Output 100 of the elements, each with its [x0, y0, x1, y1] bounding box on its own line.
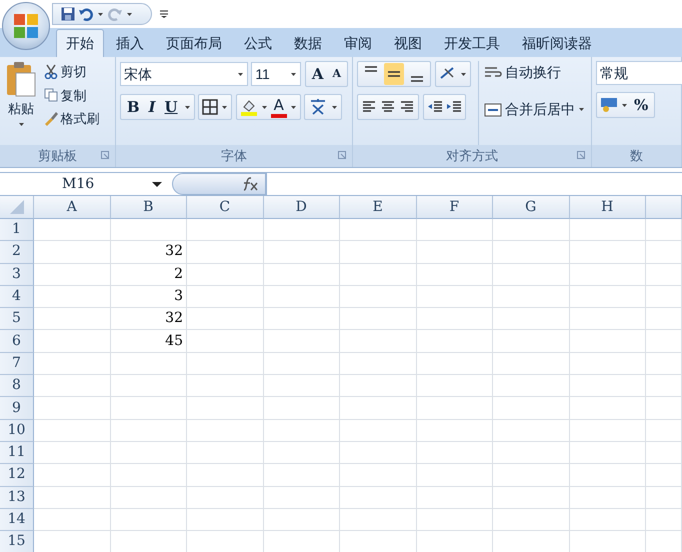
bold-button[interactable]: B [124, 96, 142, 118]
ribbon-tab[interactable]: 公式 [234, 29, 282, 57]
brush-icon [44, 111, 58, 126]
row-header[interactable]: 5 [0, 308, 34, 330]
row-header[interactable]: 8 [0, 375, 34, 398]
table-cell: 3 [110, 286, 187, 308]
ribbon-tab[interactable]: 插入 [106, 29, 154, 57]
paste-button[interactable]: 粘贴 [4, 61, 38, 145]
row-header[interactable]: 15 [0, 531, 34, 552]
table-cell [646, 464, 682, 487]
merge-center-button[interactable]: 合并后居中 [482, 98, 587, 121]
ribbon-tab[interactable]: 开始 [56, 29, 104, 57]
table-cell: 45 [110, 330, 187, 353]
save-icon[interactable] [61, 7, 75, 21]
ribbon-tab[interactable]: 开发工具 [434, 29, 510, 57]
ribbon-tab[interactable]: 视图 [384, 29, 432, 57]
borders-icon[interactable] [202, 99, 218, 115]
insert-function-button[interactable] [172, 173, 266, 195]
undo-icon[interactable] [79, 7, 93, 21]
font-name-field[interactable]: 宋体 [120, 62, 248, 86]
row-header[interactable]: 14 [0, 508, 34, 532]
customize-toolbar-icon[interactable] [160, 10, 168, 18]
align-lines-icon [410, 76, 424, 82]
cut-button[interactable]: 剪切 [42, 61, 102, 82]
column-header[interactable]: B [110, 196, 187, 219]
clipboard-icon [6, 61, 36, 97]
number-format-field[interactable]: 常规 [596, 61, 682, 85]
caret-icon[interactable] [18, 120, 24, 128]
caret-icon[interactable] [236, 70, 244, 78]
merge-cells-icon [484, 102, 502, 118]
fill-color-icon[interactable] [240, 98, 258, 116]
format-painter-button[interactable]: 格式刷 [42, 108, 102, 130]
ribbon-tab[interactable]: 福昕阅读器 [512, 29, 602, 57]
group-label: 对齐方式 [446, 147, 498, 166]
underline-button[interactable]: U [162, 96, 181, 118]
office-button[interactable] [2, 2, 50, 50]
caret-icon[interactable] [621, 102, 628, 108]
row-header[interactable]: 11 [0, 442, 34, 464]
caret-icon[interactable] [578, 106, 585, 113]
column-header[interactable]: F [416, 196, 493, 219]
italic-button[interactable]: I [146, 96, 159, 118]
currency-icon[interactable] [600, 97, 618, 113]
column-header[interactable]: A [34, 196, 110, 219]
dropdown-icon[interactable] [152, 180, 162, 188]
row-header[interactable]: 12 [0, 464, 34, 487]
caret-icon[interactable] [221, 104, 228, 110]
row-header[interactable]: 10 [0, 420, 34, 442]
row-header[interactable]: 7 [0, 352, 34, 376]
table-cell [646, 397, 682, 420]
row-header[interactable]: 13 [0, 486, 34, 509]
row-header[interactable]: 1 [0, 219, 34, 242]
row-header[interactable]: 6 [0, 330, 34, 353]
corner-triangle-icon [10, 200, 24, 214]
font-size-field[interactable]: 11 [251, 62, 302, 86]
table-cell [646, 352, 682, 376]
ribbon-tab[interactable]: 审阅 [334, 29, 382, 57]
table-cell [646, 219, 682, 242]
caret-icon[interactable] [290, 104, 297, 110]
ribbon-tab[interactable]: 数据 [284, 29, 332, 57]
shrink-font-button[interactable]: A [329, 63, 344, 85]
table-cell [646, 375, 682, 398]
row-header[interactable]: 4 [0, 286, 34, 308]
copy-icon [44, 88, 58, 103]
group-label: 剪贴板 [38, 147, 77, 166]
table-cell [646, 486, 682, 509]
copy-button[interactable]: 复制 [42, 84, 102, 106]
table-cell: 32 [110, 308, 187, 330]
fx-icon [241, 177, 259, 191]
caret-icon[interactable] [460, 70, 466, 78]
group-label: 字体 [220, 147, 247, 166]
wrap-text-button[interactable]: 自动换行 [482, 61, 587, 84]
column-header[interactable]: D [264, 196, 340, 219]
table-cell: 2 [110, 264, 187, 286]
row-header[interactable]: 3 [0, 264, 34, 286]
table-cell [646, 286, 682, 308]
table-cell [646, 308, 682, 330]
scissors-icon [44, 64, 58, 80]
group-label: 数 [630, 147, 643, 166]
caret-icon[interactable] [290, 70, 298, 78]
caret-icon[interactable] [126, 10, 133, 18]
table-cell [646, 442, 682, 464]
caret-icon[interactable] [184, 104, 191, 110]
align-lines-icon [387, 71, 401, 77]
column-header[interactable]: E [340, 196, 416, 219]
row-header[interactable]: 9 [0, 397, 34, 420]
column-header[interactable]: C [187, 196, 264, 219]
table-cell [646, 508, 682, 532]
align-lines-icon [364, 66, 378, 72]
vertical-align-button[interactable] [384, 63, 404, 85]
table-cell [646, 264, 682, 286]
ribbon-tab[interactable]: 页面布局 [156, 29, 232, 57]
caret-icon[interactable] [260, 104, 268, 110]
table-cell: 32 [110, 241, 187, 264]
column-header[interactable]: G [493, 196, 570, 219]
column-header[interactable]: H [570, 196, 646, 219]
grow-font-button[interactable]: A [308, 63, 326, 85]
row-header[interactable]: 2 [0, 241, 34, 264]
caret-icon[interactable] [331, 104, 338, 110]
office-logo-icon [13, 13, 39, 39]
caret-icon[interactable] [97, 10, 104, 18]
